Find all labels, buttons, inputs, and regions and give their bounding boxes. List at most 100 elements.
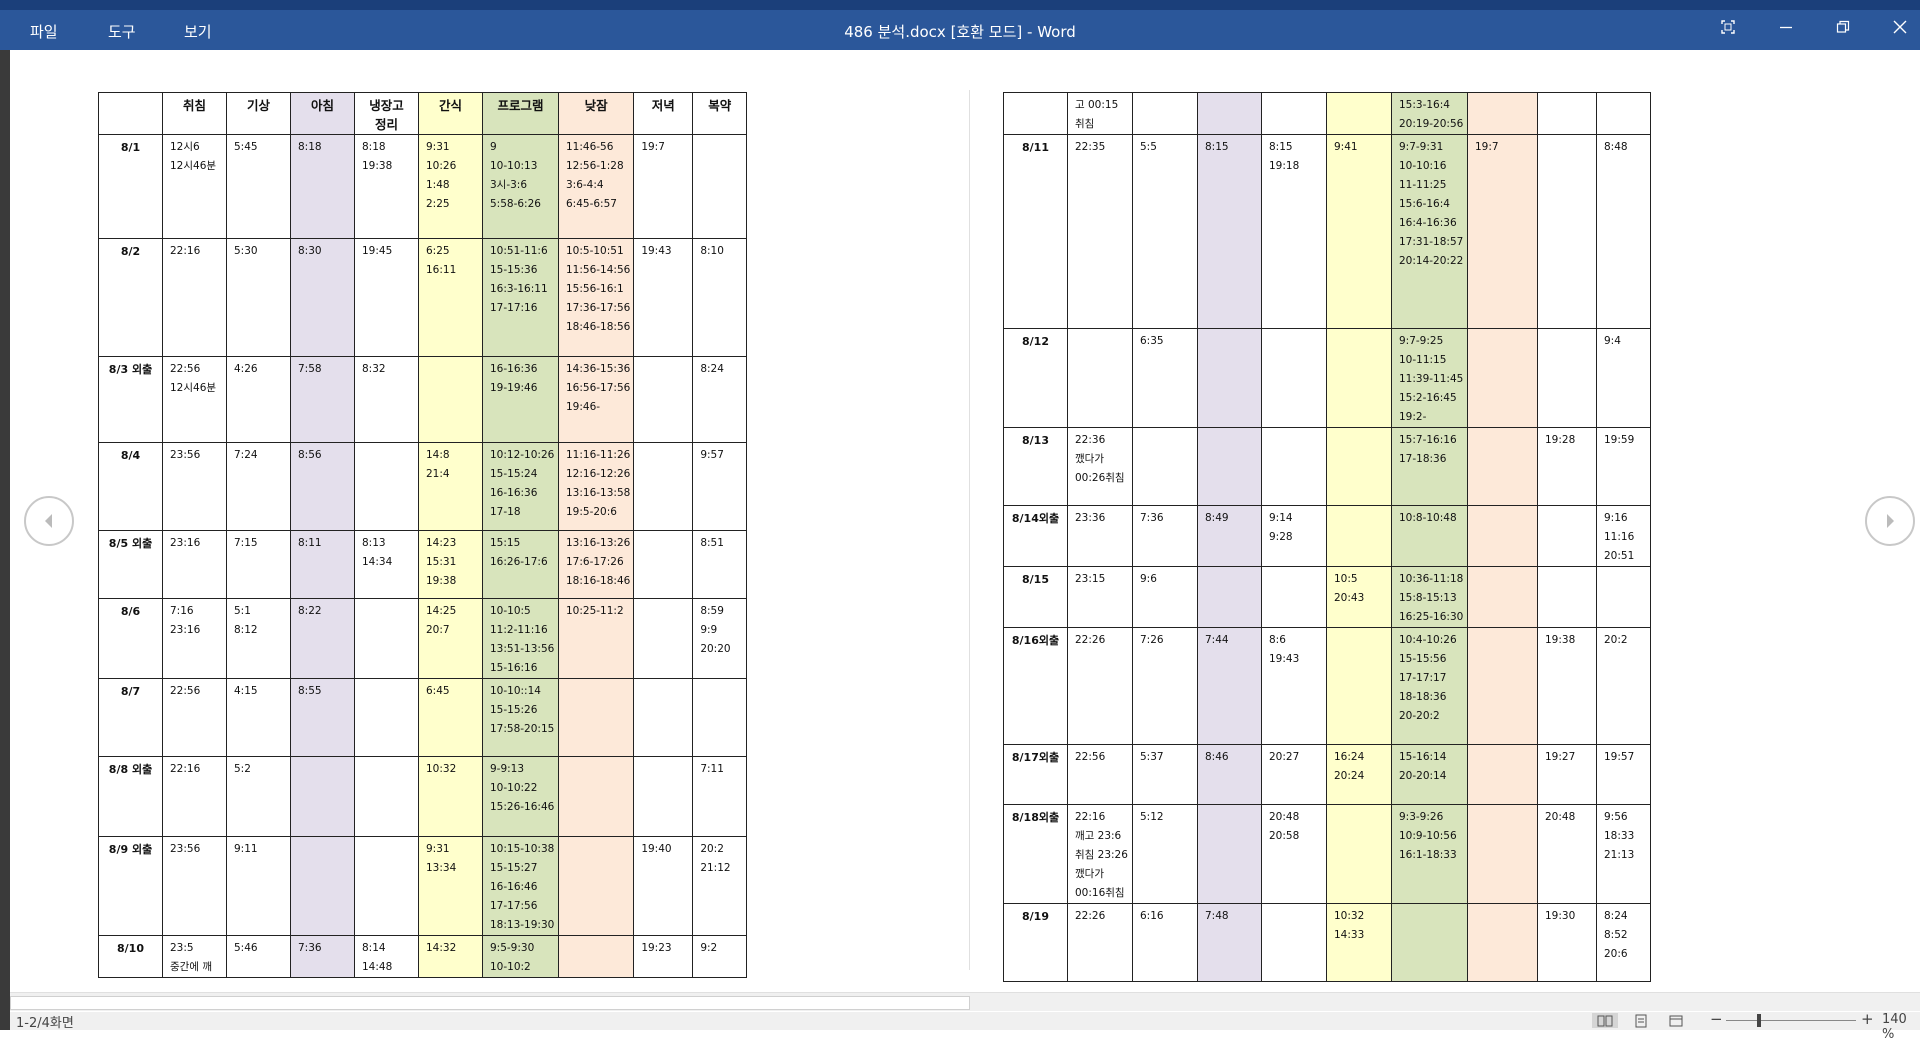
zoom-in-button[interactable]: + <box>1861 1010 1874 1028</box>
dinner-cell: 19:27 <box>1537 744 1597 805</box>
snack-cell <box>418 356 483 443</box>
medication-cell: 9:2 <box>692 935 748 978</box>
window-title: 486 분석.docx [호환 모드] - Word <box>844 23 1076 41</box>
zoom-level: 140 % <box>1882 1012 1907 1042</box>
header-nap: 낮잠 <box>557 92 635 135</box>
page-info: 1-2/4화면 <box>16 1016 74 1031</box>
medication-cell: 8:48 <box>1596 134 1651 329</box>
program-cell: 10:36-11:18 15:8-15:13 16:25-16:30 <box>1391 566 1468 628</box>
dinner-cell: 19:43 <box>633 238 694 357</box>
restore-button[interactable] <box>1828 14 1858 40</box>
medication-cell: 9:56 18:33 21:13 <box>1596 804 1651 904</box>
minimize-button[interactable] <box>1771 14 1801 40</box>
date-cell: 8/10 <box>98 935 163 978</box>
minimize-icon <box>1780 26 1792 29</box>
header-bedtime: 취침 <box>162 92 227 135</box>
wakeup-cell: 7:26 <box>1132 627 1198 745</box>
chevron-right-icon <box>1887 514 1894 528</box>
nap-cell <box>1467 328 1538 428</box>
dinner-cell <box>1537 566 1597 628</box>
program-cell: 10-10::14 15-15:26 17:58-20:15 <box>482 678 559 757</box>
breakfast-cell: 8:15 <box>1197 134 1262 329</box>
title-bar: 파일 도구 보기 486 분석.docx [호환 모드] - Word <box>0 0 1920 50</box>
snack-cell <box>1326 92 1392 135</box>
snack-cell <box>1326 427 1392 506</box>
web-layout-button[interactable] <box>1665 1013 1687 1028</box>
bedtime-cell: 23:16 <box>162 530 227 599</box>
table-row: 8/19 22:26 6:16 7:48 10:32 14:33 19:30 8:24 8:52… <box>1003 903 1651 982</box>
bedtime-cell: 22:26 <box>1067 627 1133 745</box>
program-cell: 10-10:5 11:2-11:16 13:51-13:56 15-16:16 <box>482 598 559 679</box>
nap-cell: 10:5-10:51 11:56-14:56 15:56-16:1 17:36-17:… <box>557 238 635 357</box>
bedtime-cell: 22:56 <box>1067 744 1133 805</box>
nap-cell <box>1467 92 1538 135</box>
snack-cell: 9:31 13:34 <box>418 836 483 936</box>
date-cell: 8/18외출 <box>1003 804 1068 904</box>
program-cell: 15:3-16:4 20:19-20:56 <box>1391 92 1468 135</box>
table-row: 8/3 외출 22:56 12시46분 4:26 7:58 8:32 16-16:36 19-… <box>98 356 748 443</box>
scrollbar-thumb[interactable] <box>10 996 970 1010</box>
nap-cell: 11:46-56 12:56-1:28 3:6-4:4 6:45-6:57 <box>557 134 635 239</box>
wakeup-cell: 7:24 <box>226 442 291 531</box>
fit-screen-button[interactable] <box>1713 14 1743 40</box>
bedtime-cell: 22:36 깼다가 00:26취침 <box>1067 427 1133 506</box>
table-row: 8/8 외출 22:16 5:2 10:32 9-9:13 10-10:22 15:26-1… <box>98 756 748 837</box>
nap-cell <box>557 678 635 757</box>
breakfast-cell: 8:30 <box>290 238 355 357</box>
medication-cell: 9:4 <box>1596 328 1651 428</box>
header-snack: 간식 <box>418 92 483 135</box>
breakfast-cell <box>1197 328 1262 428</box>
table-row: 8/18외출 22:16 깨고 23:6 취침 23:26 깼다가 00:16취침 5:12… <box>1003 804 1651 904</box>
breakfast-cell: 7:44 <box>1197 627 1262 745</box>
bedtime-cell: 22:16 깨고 23:6 취침 23:26 깼다가 00:16취침 <box>1067 804 1133 904</box>
date-cell: 8/19 <box>1003 903 1068 982</box>
date-cell: 8/11 <box>1003 134 1068 329</box>
program-cell: 15-16:14 20-20:14 <box>1391 744 1468 805</box>
medication-cell <box>692 134 748 239</box>
restore-icon <box>1836 20 1850 33</box>
table-row: 8/16외출 22:26 7:26 7:44 8:6 19:43 10:4-10:26 15-… <box>1003 627 1651 745</box>
breakfast-cell: 8:46 <box>1197 744 1262 805</box>
snack-cell: 16:24 20:24 <box>1326 744 1392 805</box>
wakeup-cell: 7:15 <box>226 530 291 599</box>
snack-cell: 14:25 20:7 <box>418 598 483 679</box>
program-cell: 10:15-10:38 15-15:27 16-16:46 17-17:56 18:13… <box>482 836 559 936</box>
read-mode-button[interactable] <box>1592 1013 1618 1028</box>
zoom-out-button[interactable]: − <box>1710 1010 1723 1028</box>
wakeup-cell: 6:16 <box>1132 903 1198 982</box>
program-cell: 9:7-9:25 10-11:15 11:39-11:45 15:2-16:45 19:… <box>1391 328 1468 428</box>
nap-cell <box>557 935 635 978</box>
close-button[interactable] <box>1885 14 1915 40</box>
dinner-cell <box>1537 328 1597 428</box>
header-fridge: 냉장고 정리 <box>354 92 419 135</box>
table-row: 8/15 23:15 9:6 10:5 20:43 10:36-11:18 15:8-15:… <box>1003 566 1651 628</box>
zoom-slider-track[interactable] <box>1726 1020 1856 1021</box>
fridge-cell: 19:45 <box>354 238 419 357</box>
header-dinner: 저녁 <box>633 92 694 135</box>
zoom-slider-thumb[interactable] <box>1757 1014 1761 1027</box>
horizontal-scrollbar[interactable] <box>10 992 1920 1011</box>
print-layout-button[interactable] <box>1630 1013 1652 1028</box>
prev-page-button[interactable] <box>24 496 74 546</box>
program-cell: 9 10-10:13 3시-3:6 5:58-6:26 <box>482 134 559 239</box>
close-icon <box>1893 20 1907 34</box>
nap-cell <box>1467 627 1538 745</box>
bedtime-cell: 22:26 <box>1067 903 1133 982</box>
schedule-table-page-2: 고 00:15 취침 15:3-16:4 20:19-20:56 8/11 22:35 5:… <box>1003 92 1651 982</box>
dinner-cell <box>633 756 694 837</box>
date-cell: 8/8 외출 <box>98 756 163 837</box>
wakeup-cell: 5:1 8:12 <box>226 598 291 679</box>
next-page-button[interactable] <box>1865 496 1915 546</box>
medication-cell: 19:57 <box>1596 744 1651 805</box>
chevron-left-icon <box>45 514 52 528</box>
program-cell: 15:15 16:26-17:6 <box>482 530 559 599</box>
table-row: 8/4 23:56 7:24 8:56 14:8 21:4 10:12-10:26 15-15… <box>98 442 748 531</box>
breakfast-cell: 7:58 <box>290 356 355 443</box>
snack-cell: 14:23 15:31 19:38 <box>418 530 483 599</box>
date-cell: 8/2 <box>98 238 163 357</box>
nap-cell: 13:16-13:26 17:6-17:26 18:16-18:46 <box>557 530 635 599</box>
snack-cell: 14:8 21:4 <box>418 442 483 531</box>
date-cell: 8/15 <box>1003 566 1068 628</box>
snack-cell: 10:32 14:33 <box>1326 903 1392 982</box>
schedule-table-page-1: 취침 기상 아침 냉장고 정리 간식 프로그램 낮잠 저녁 복약 8/1 12시6 12시46분 5:45… <box>98 92 748 978</box>
